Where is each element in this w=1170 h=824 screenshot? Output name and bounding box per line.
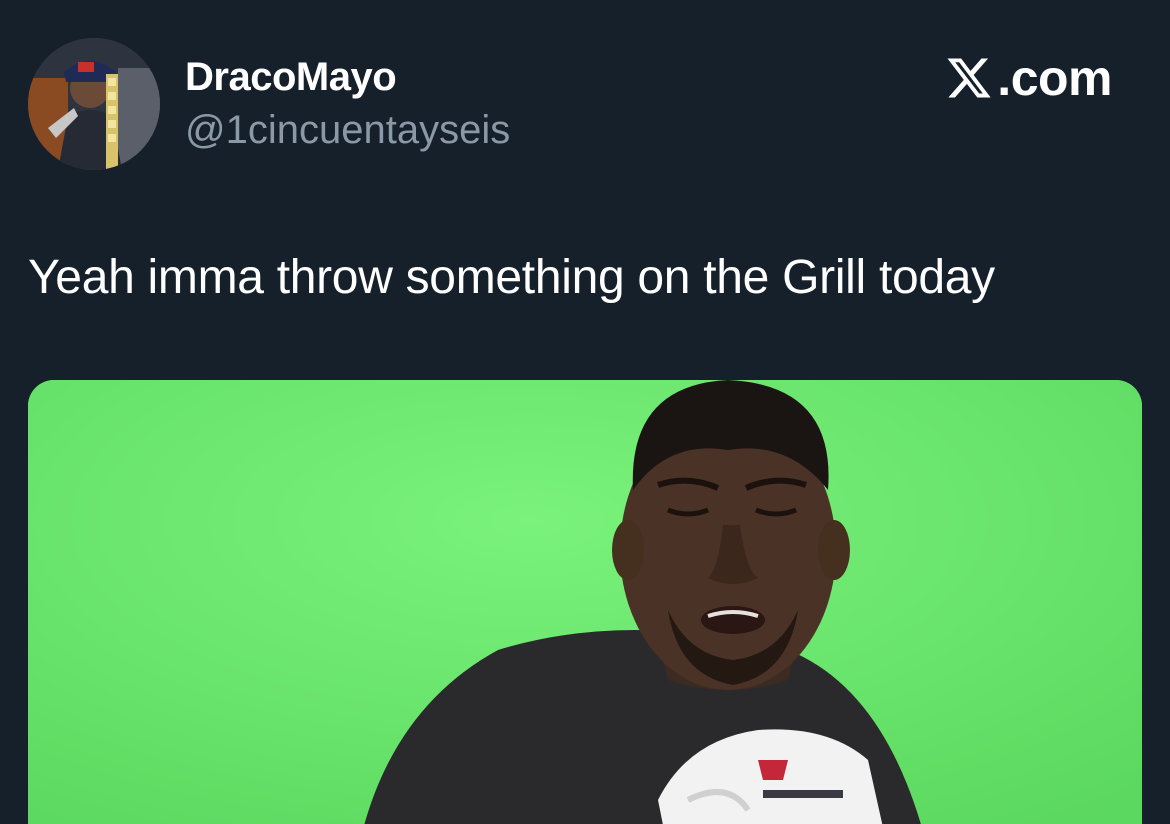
x-logo-icon [947,58,991,98]
tweet-media[interactable] [28,380,1142,824]
avatar-image [28,38,160,170]
x-com-brand: .com [945,50,1112,106]
brand-text: .com [997,50,1112,106]
tweet-card: DracoMayo @1cincuentayseis .com Yeah imm… [0,0,1170,824]
user-handle[interactable]: @1cincuentayseis [185,108,510,153]
display-name[interactable]: DracoMayo [185,55,397,100]
tweet-text: Yeah imma throw something on the Grill t… [28,251,995,304]
media-image [28,380,1142,824]
avatar[interactable] [28,38,160,170]
